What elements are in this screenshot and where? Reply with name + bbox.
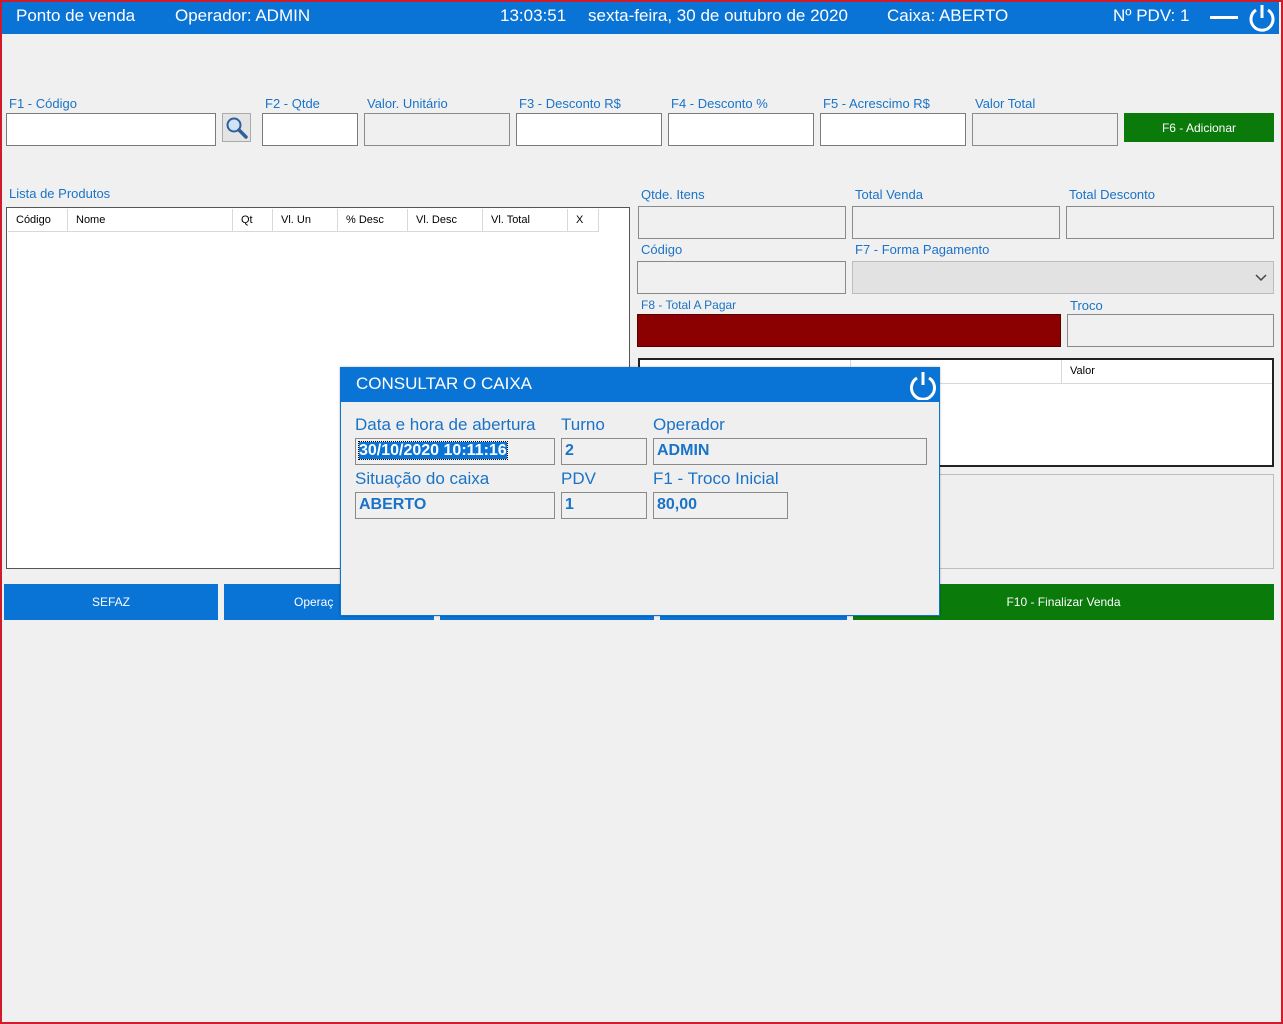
unit-value-field <box>364 113 510 146</box>
qty-input[interactable] <box>262 113 358 146</box>
shift-field: 2 <box>561 438 647 465</box>
power-icon[interactable] <box>1248 3 1276 33</box>
consult-cash-dialog: CONSULTAR O CAIXA Data e hora de abertur… <box>340 367 940 616</box>
column-header[interactable]: Vl. Total <box>483 209 568 231</box>
shift-label: Turno <box>561 415 605 434</box>
code-field-summary[interactable] <box>637 261 846 294</box>
payment-method-label: F7 - Forma Pagamento <box>855 242 990 257</box>
surcharge-label: F5 - Acrescimo R$ <box>823 96 930 111</box>
items-qty-label: Qtde. Itens <box>641 187 705 202</box>
total-discount-label: Total Desconto <box>1069 187 1155 202</box>
product-list-label: Lista de Produtos <box>9 186 111 201</box>
chevron-down-icon <box>1255 274 1267 282</box>
column-header[interactable]: X <box>568 209 599 231</box>
code-label: F1 - Código <box>9 96 77 111</box>
sefaz-button[interactable]: SEFAZ <box>4 584 218 620</box>
total-to-pay-label: F8 - Total A Pagar <box>641 298 737 312</box>
app-title: Ponto de venda <box>16 6 136 25</box>
total-value-label: Valor Total <box>975 96 1036 111</box>
operator-label: Operador <box>653 415 725 434</box>
table-header: Código Nome Qt Vl. Un % Desc Vl. Desc Vl… <box>8 209 599 232</box>
change-field <box>1067 314 1274 347</box>
total-to-pay-field <box>637 314 1061 347</box>
add-button[interactable]: F6 - Adicionar <box>1124 113 1274 142</box>
total-value-field <box>972 113 1118 146</box>
total-sale-field <box>852 206 1060 239</box>
unit-value-label: Valor. Unitário <box>367 96 448 111</box>
column-header[interactable]: Código <box>8 209 68 231</box>
column-header[interactable]: Nome <box>68 209 233 231</box>
column-divider <box>1061 360 1062 384</box>
total-discount-field <box>1066 206 1274 239</box>
column-header[interactable]: Valor <box>1070 365 1095 377</box>
column-header[interactable]: Vl. Un <box>273 209 338 231</box>
pdv-field: 1 <box>561 492 647 519</box>
column-header[interactable]: % Desc <box>338 209 408 231</box>
search-icon <box>226 117 248 139</box>
column-header[interactable]: Vl. Desc <box>408 209 483 231</box>
qty-label: F2 - Qtde <box>265 96 320 111</box>
discount-pct-input[interactable] <box>668 113 814 146</box>
pdv-number: Nº PDV: 1 <box>1113 6 1190 25</box>
discount-pct-label: F4 - Desconto % <box>671 96 768 111</box>
clock: 13:03:51 <box>500 6 567 25</box>
code-input[interactable] <box>6 113 216 146</box>
search-button[interactable] <box>222 113 251 142</box>
dialog-title: CONSULTAR O CAIXA <box>356 374 533 393</box>
code-label-summary: Código <box>641 242 683 257</box>
status-label: Situação do caixa <box>355 469 490 488</box>
minimize-icon[interactable] <box>1210 16 1238 19</box>
initial-change-field: 80,00 <box>653 492 788 519</box>
discount-value-input[interactable] <box>516 113 662 146</box>
items-qty-field <box>638 206 846 239</box>
top-bar: Ponto de venda Operador: ADMIN 13:03:51 … <box>2 2 1279 34</box>
date-info: sexta-feira, 30 de outubro de 2020 <box>588 6 848 25</box>
open-datetime-field[interactable]: 30/10/2020 10:11:16 <box>355 438 555 465</box>
column-header[interactable]: Qt <box>233 209 273 231</box>
open-datetime-value: 30/10/2020 10:11:16 <box>358 441 508 460</box>
power-icon[interactable] <box>908 370 938 400</box>
status-field: ABERTO <box>355 492 555 519</box>
initial-change-label: F1 - Troco Inicial <box>653 469 779 488</box>
surcharge-input[interactable] <box>820 113 966 146</box>
cash-status: Caixa: ABERTO <box>887 6 1009 25</box>
open-datetime-label: Data e hora de abertura <box>355 415 536 434</box>
dialog-title-bar: CONSULTAR O CAIXA <box>341 368 939 402</box>
payment-method-select[interactable] <box>852 261 1274 294</box>
change-label: Troco <box>1070 298 1103 313</box>
operator-info: Operador: ADMIN <box>175 6 311 25</box>
discount-value-label: F3 - Desconto R$ <box>519 96 621 111</box>
total-sale-label: Total Venda <box>855 187 923 202</box>
operator-field: ADMIN <box>653 438 927 465</box>
pdv-label: PDV <box>561 469 596 488</box>
